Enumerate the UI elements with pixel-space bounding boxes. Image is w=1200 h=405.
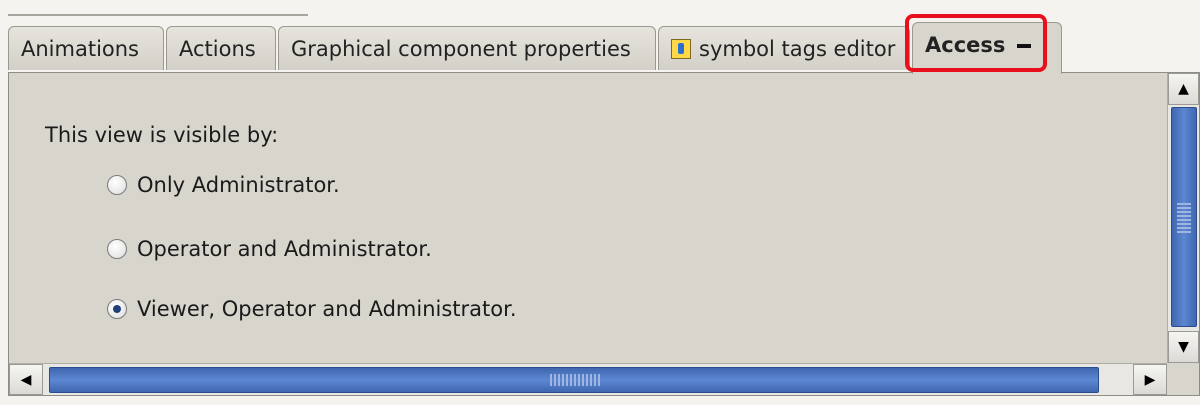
option-label: Viewer, Operator and Administrator. [137,297,517,321]
option-viewer-operator-and-administrator[interactable]: Viewer, Operator and Administrator. [107,297,517,321]
symbol-tags-icon [671,39,691,59]
option-label: Operator and Administrator. [137,237,432,261]
vertical-scrollbar[interactable]: ▲ ▼ [1167,73,1199,363]
grip-icon [1177,203,1191,233]
horizontal-scroll-thumb[interactable] [49,367,1099,393]
properties-window: Animations Actions Graphical component p… [0,0,1200,405]
tab-label: Actions [179,37,256,61]
tab-graphical-component-properties[interactable]: Graphical component properties [278,26,656,70]
radio-button[interactable] [107,239,127,259]
arrow-right-icon: ▶ [1144,371,1156,388]
arrow-up-icon: ▲ [1178,81,1189,97]
option-label: Only Administrator. [137,173,340,197]
grip-icon [550,374,600,386]
scroll-left-button[interactable]: ◀ [9,364,43,395]
arrow-left-icon: ◀ [20,371,32,388]
tab-symbol-tags-editor[interactable]: symbol tags editor [658,26,910,70]
tab-animations[interactable]: Animations [8,26,164,70]
access-panel: This view is visible by: Only Administra… [8,72,1200,396]
scroll-down-button[interactable]: ▼ [1168,331,1199,363]
window-top-divider [8,0,308,16]
highlight-box [905,14,1047,72]
tab-label: Animations [21,37,140,61]
scrollbar-corner [1167,363,1199,395]
radio-button[interactable] [107,175,127,195]
scroll-right-button[interactable]: ▶ [1133,364,1167,395]
arrow-down-icon: ▼ [1178,339,1189,355]
option-operator-and-administrator[interactable]: Operator and Administrator. [107,237,432,261]
radio-button-selected[interactable] [107,299,127,319]
vertical-scroll-thumb[interactable] [1171,107,1197,327]
scroll-up-button[interactable]: ▲ [1168,73,1199,105]
horizontal-scrollbar[interactable]: ◀ ▶ [9,363,1167,395]
radio-dot-icon [113,305,121,313]
visibility-heading: This view is visible by: [45,123,279,147]
tab-label: Graphical component properties [291,37,631,61]
option-only-administrator[interactable]: Only Administrator. [107,173,340,197]
tab-label: symbol tags editor [699,37,896,61]
tab-actions[interactable]: Actions [166,26,276,70]
